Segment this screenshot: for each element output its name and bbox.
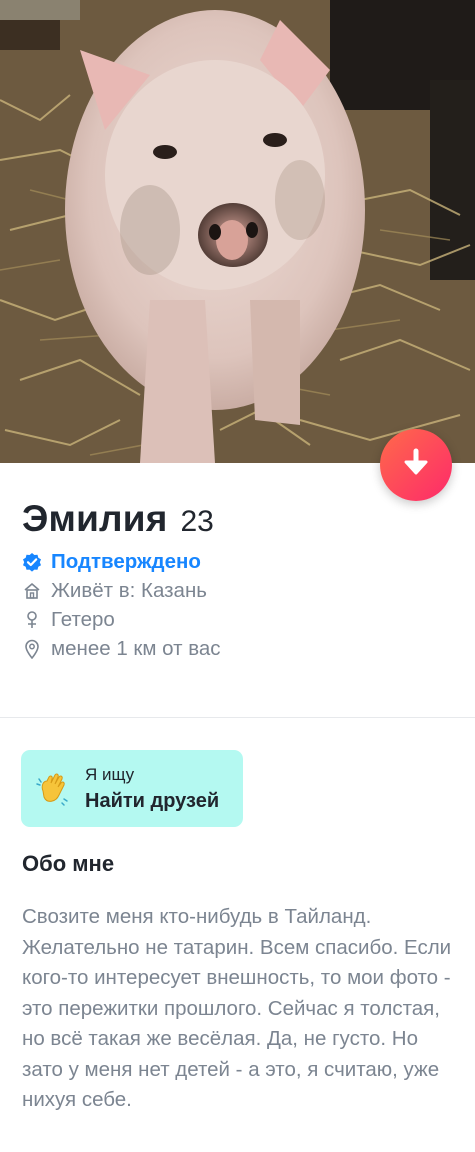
looking-for-card: Я ищу Найти друзей [21, 750, 243, 827]
profile-age: 23 [180, 505, 214, 538]
lives-label: Живёт в: Казань [51, 578, 207, 602]
distance-row: менее 1 км от вас [22, 634, 452, 663]
looking-for-value: Найти друзей [85, 789, 220, 812]
verified-label: Подтверждено [51, 549, 201, 573]
profile-name: Эмилия [22, 498, 168, 539]
looking-for-label: Я ищу [85, 764, 135, 784]
profile-info: Эмилия 23 Подтверждено Живёт в: Казань Г… [22, 498, 452, 663]
home-icon [22, 581, 42, 601]
verified-badge-icon [22, 552, 42, 572]
location-pin-icon [22, 639, 42, 659]
name-row: Эмилия 23 [22, 498, 452, 542]
arrow-down-icon [402, 448, 430, 483]
profile-photo[interactable] [0, 0, 475, 463]
section-divider [0, 717, 475, 718]
orientation-label: Гетеро [51, 607, 115, 631]
orientation-row: Гетеро [22, 605, 452, 634]
distance-label: менее 1 км от вас [51, 636, 221, 660]
gender-icon [22, 610, 42, 630]
lives-row: Живёт в: Казань [22, 576, 452, 605]
verified-row: Подтверждено [22, 547, 452, 576]
collapse-profile-button[interactable] [380, 429, 452, 501]
about-title: Обо мне [22, 851, 115, 876]
waving-hand-icon [21, 771, 85, 807]
about-text: Свозите меня кто-нибудь в Тайланд. Желат… [22, 905, 452, 1111]
